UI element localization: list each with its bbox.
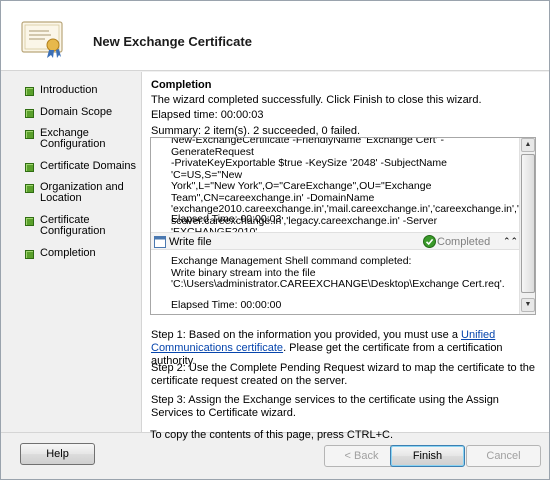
step-label: Certificate Domains xyxy=(40,160,136,172)
results-list[interactable]: New-ExchangeCertificate -FriendlyName 'E… xyxy=(150,137,536,315)
step-label: Certificate Configuration xyxy=(40,214,106,237)
results-scrollbar[interactable]: ▲ ▼ xyxy=(519,138,535,314)
task-title: Write file xyxy=(169,236,212,248)
step-label: Organization and Location xyxy=(40,181,124,204)
first-task-elapsed: Elapsed Time: 00:00:03 xyxy=(171,213,282,225)
write-file-task-header: Write file Completed ⌃⌃ xyxy=(151,232,521,250)
task-status: Completed xyxy=(437,236,491,248)
step-complete-icon xyxy=(25,250,34,259)
scroll-down-icon[interactable]: ▼ xyxy=(521,298,535,312)
wizard-title: New Exchange Certificate xyxy=(93,34,252,49)
step2-instructions: Step 2: Use the Complete Pending Request… xyxy=(151,362,535,387)
copy-hint: To copy the contents of this page, press… xyxy=(150,429,394,441)
finish-button[interactable]: Finish xyxy=(390,445,465,467)
wizard-steps-sidebar: Introduction Domain Scope Exchange Config… xyxy=(1,72,141,432)
scroll-up-icon[interactable]: ▲ xyxy=(521,138,535,152)
step-complete-icon xyxy=(25,87,34,96)
step-label: Exchange Configuration xyxy=(40,127,106,150)
collapse-chevron-icon[interactable]: ⌃⌃ xyxy=(503,235,518,247)
completed-message: The wizard completed successfully. Click… xyxy=(151,94,482,106)
step-certificate-domains: Certificate Domains xyxy=(25,161,137,172)
write-file-elapsed: Elapsed Time: 00:00:00 xyxy=(171,299,282,311)
wizard-header: New Exchange Certificate xyxy=(1,1,549,71)
elapsed-time: Elapsed time: 00:00:03 xyxy=(151,109,264,121)
step-domain-scope: Domain Scope xyxy=(25,107,137,118)
step-label: Completion xyxy=(40,247,96,259)
step-label: Introduction xyxy=(40,84,98,96)
write-file-output: Exchange Management Shell command comple… xyxy=(171,255,505,290)
step-label: Domain Scope xyxy=(40,106,113,118)
results-content: New-ExchangeCertificate -FriendlyName 'E… xyxy=(151,138,535,314)
step-organization-location: Organization and Location xyxy=(25,182,137,204)
page-title: Completion xyxy=(151,79,212,91)
scrollbar-thumb[interactable] xyxy=(521,154,535,293)
step-introduction: Introduction xyxy=(25,85,137,96)
summary-text: Summary: 2 item(s). 2 succeeded, 0 faile… xyxy=(151,125,361,137)
step3-instructions: Step 3: Assign the Exchange services to … xyxy=(151,394,499,419)
cancel-button[interactable]: Cancel xyxy=(466,445,541,467)
help-button[interactable]: Help xyxy=(20,443,95,465)
step-exchange-configuration: Exchange Configuration xyxy=(25,128,137,150)
step-completion: Completion xyxy=(25,248,137,259)
completion-panel: Completion The wizard completed successf… xyxy=(141,72,549,432)
step-complete-icon xyxy=(25,217,34,226)
step-complete-icon xyxy=(25,130,34,139)
step-complete-icon xyxy=(25,163,34,172)
back-button[interactable]: < Back xyxy=(324,445,399,467)
wizard-window: New Exchange Certificate Introduction Do… xyxy=(0,0,550,480)
task-window-icon xyxy=(154,236,166,248)
certificate-icon xyxy=(21,21,63,58)
step-certificate-configuration: Certificate Configuration xyxy=(25,215,137,237)
completed-check-icon xyxy=(423,235,436,248)
step-complete-icon xyxy=(25,184,34,193)
step-complete-icon xyxy=(25,109,34,118)
